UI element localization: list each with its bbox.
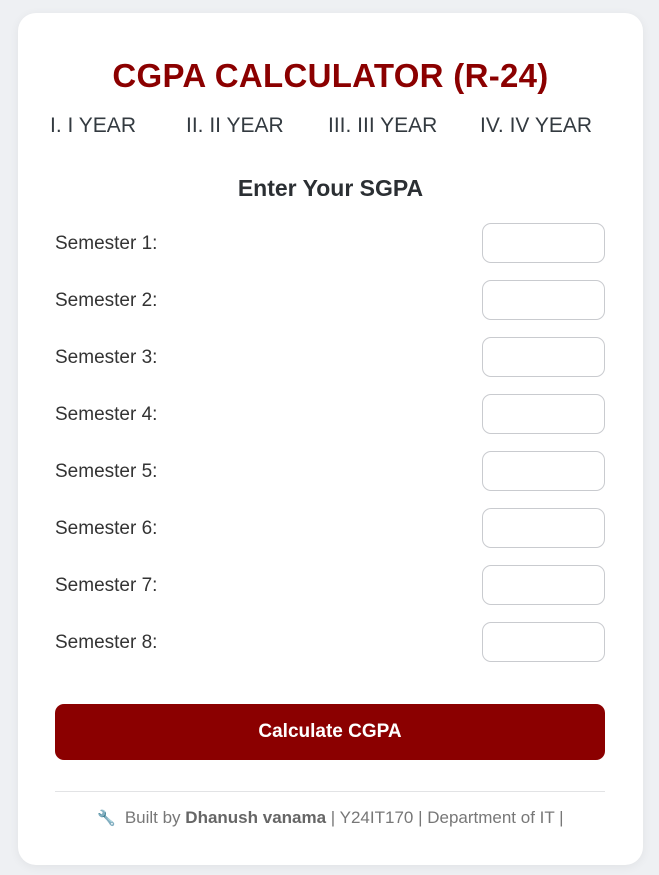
semester-2-input[interactable] xyxy=(482,280,605,320)
footer-author: Dhanush vanama xyxy=(185,808,327,827)
year-link-2[interactable]: II. II YEAR xyxy=(186,114,284,138)
semester-label: Semester 4: xyxy=(55,404,158,425)
semester-label: Semester 7: xyxy=(55,575,158,596)
semester-label: Semester 8: xyxy=(55,632,158,653)
calculator-card: CGPA CALCULATOR (R-24) I. I YEAR II. II … xyxy=(18,13,643,865)
semester-row-8: Semester 8: xyxy=(55,622,605,664)
semester-row-1: Semester 1: xyxy=(55,223,605,265)
year-link-1[interactable]: I. I YEAR xyxy=(50,114,136,138)
semester-5-input[interactable] xyxy=(482,451,605,491)
semester-4-input[interactable] xyxy=(482,394,605,434)
semester-8-input[interactable] xyxy=(482,622,605,662)
semester-row-2: Semester 2: xyxy=(55,280,605,322)
semester-label: Semester 1: xyxy=(55,233,158,254)
year-link-4[interactable]: IV. IV YEAR xyxy=(480,114,592,138)
semester-3-input[interactable] xyxy=(482,337,605,377)
page-title: CGPA CALCULATOR (R-24) xyxy=(112,57,549,94)
footer-built-by: Built by xyxy=(124,808,181,827)
semester-7-input[interactable] xyxy=(482,565,605,605)
semester-label: Semester 2: xyxy=(55,290,158,311)
footer: 🔧 Built by Dhanush vanama | Y24IT170 | D… xyxy=(18,808,643,828)
semester-label: Semester 3: xyxy=(55,347,158,368)
semester-1-input[interactable] xyxy=(482,223,605,263)
semester-label: Semester 5: xyxy=(55,461,158,482)
year-nav: I. I YEAR II. II YEAR III. III YEAR IV. … xyxy=(18,114,643,144)
semester-label: Semester 6: xyxy=(55,518,158,539)
semester-row-5: Semester 5: xyxy=(55,451,605,493)
semester-row-7: Semester 7: xyxy=(55,565,605,607)
year-link-3[interactable]: III. III YEAR xyxy=(328,114,437,138)
section-heading: Enter Your SGPA xyxy=(237,175,424,201)
footer-divider xyxy=(55,791,605,792)
wrench-icon: 🔧 xyxy=(97,810,117,827)
footer-details: | Y24IT170 | Department of IT | xyxy=(330,808,564,827)
semester-row-4: Semester 4: xyxy=(55,394,605,436)
semester-row-6: Semester 6: xyxy=(55,508,605,550)
semester-row-3: Semester 3: xyxy=(55,337,605,379)
calculate-cgpa-button[interactable]: Calculate CGPA xyxy=(55,704,605,760)
semester-6-input[interactable] xyxy=(482,508,605,548)
